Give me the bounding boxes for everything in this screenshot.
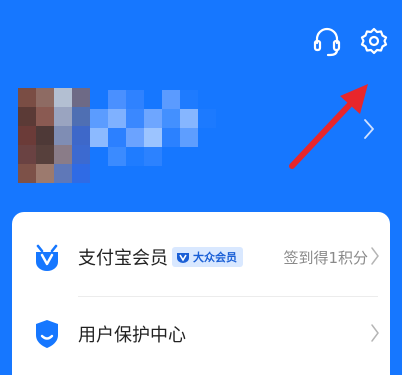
headset-icon[interactable] <box>312 24 342 58</box>
badge-label: 大众会员 <box>193 251 237 264</box>
chevron-right-icon <box>370 246 380 266</box>
header <box>0 0 402 212</box>
gear-icon[interactable] <box>360 27 388 55</box>
member-icon <box>34 242 60 272</box>
member-level-badge: 大众会员 <box>172 247 243 267</box>
list-item-protection[interactable]: 用户保护中心 <box>12 297 390 369</box>
chevron-right-icon[interactable] <box>363 118 375 140</box>
list-item-member[interactable]: 支付宝会员 大众会员 签到得1积分 <box>12 220 390 292</box>
name-redacted <box>90 90 218 185</box>
profile-section[interactable] <box>18 88 374 186</box>
avatar[interactable] <box>18 88 90 183</box>
member-title: 支付宝会员 <box>78 248 168 269</box>
list-card: 支付宝会员 大众会员 签到得1积分 用户保护中心 <box>12 212 390 375</box>
protection-title: 用户保护中心 <box>78 325 186 346</box>
badge-v-icon <box>176 250 190 264</box>
checkin-text: 签到得1积分 <box>283 249 368 267</box>
shield-icon <box>34 319 60 349</box>
chevron-right-icon <box>370 323 380 343</box>
